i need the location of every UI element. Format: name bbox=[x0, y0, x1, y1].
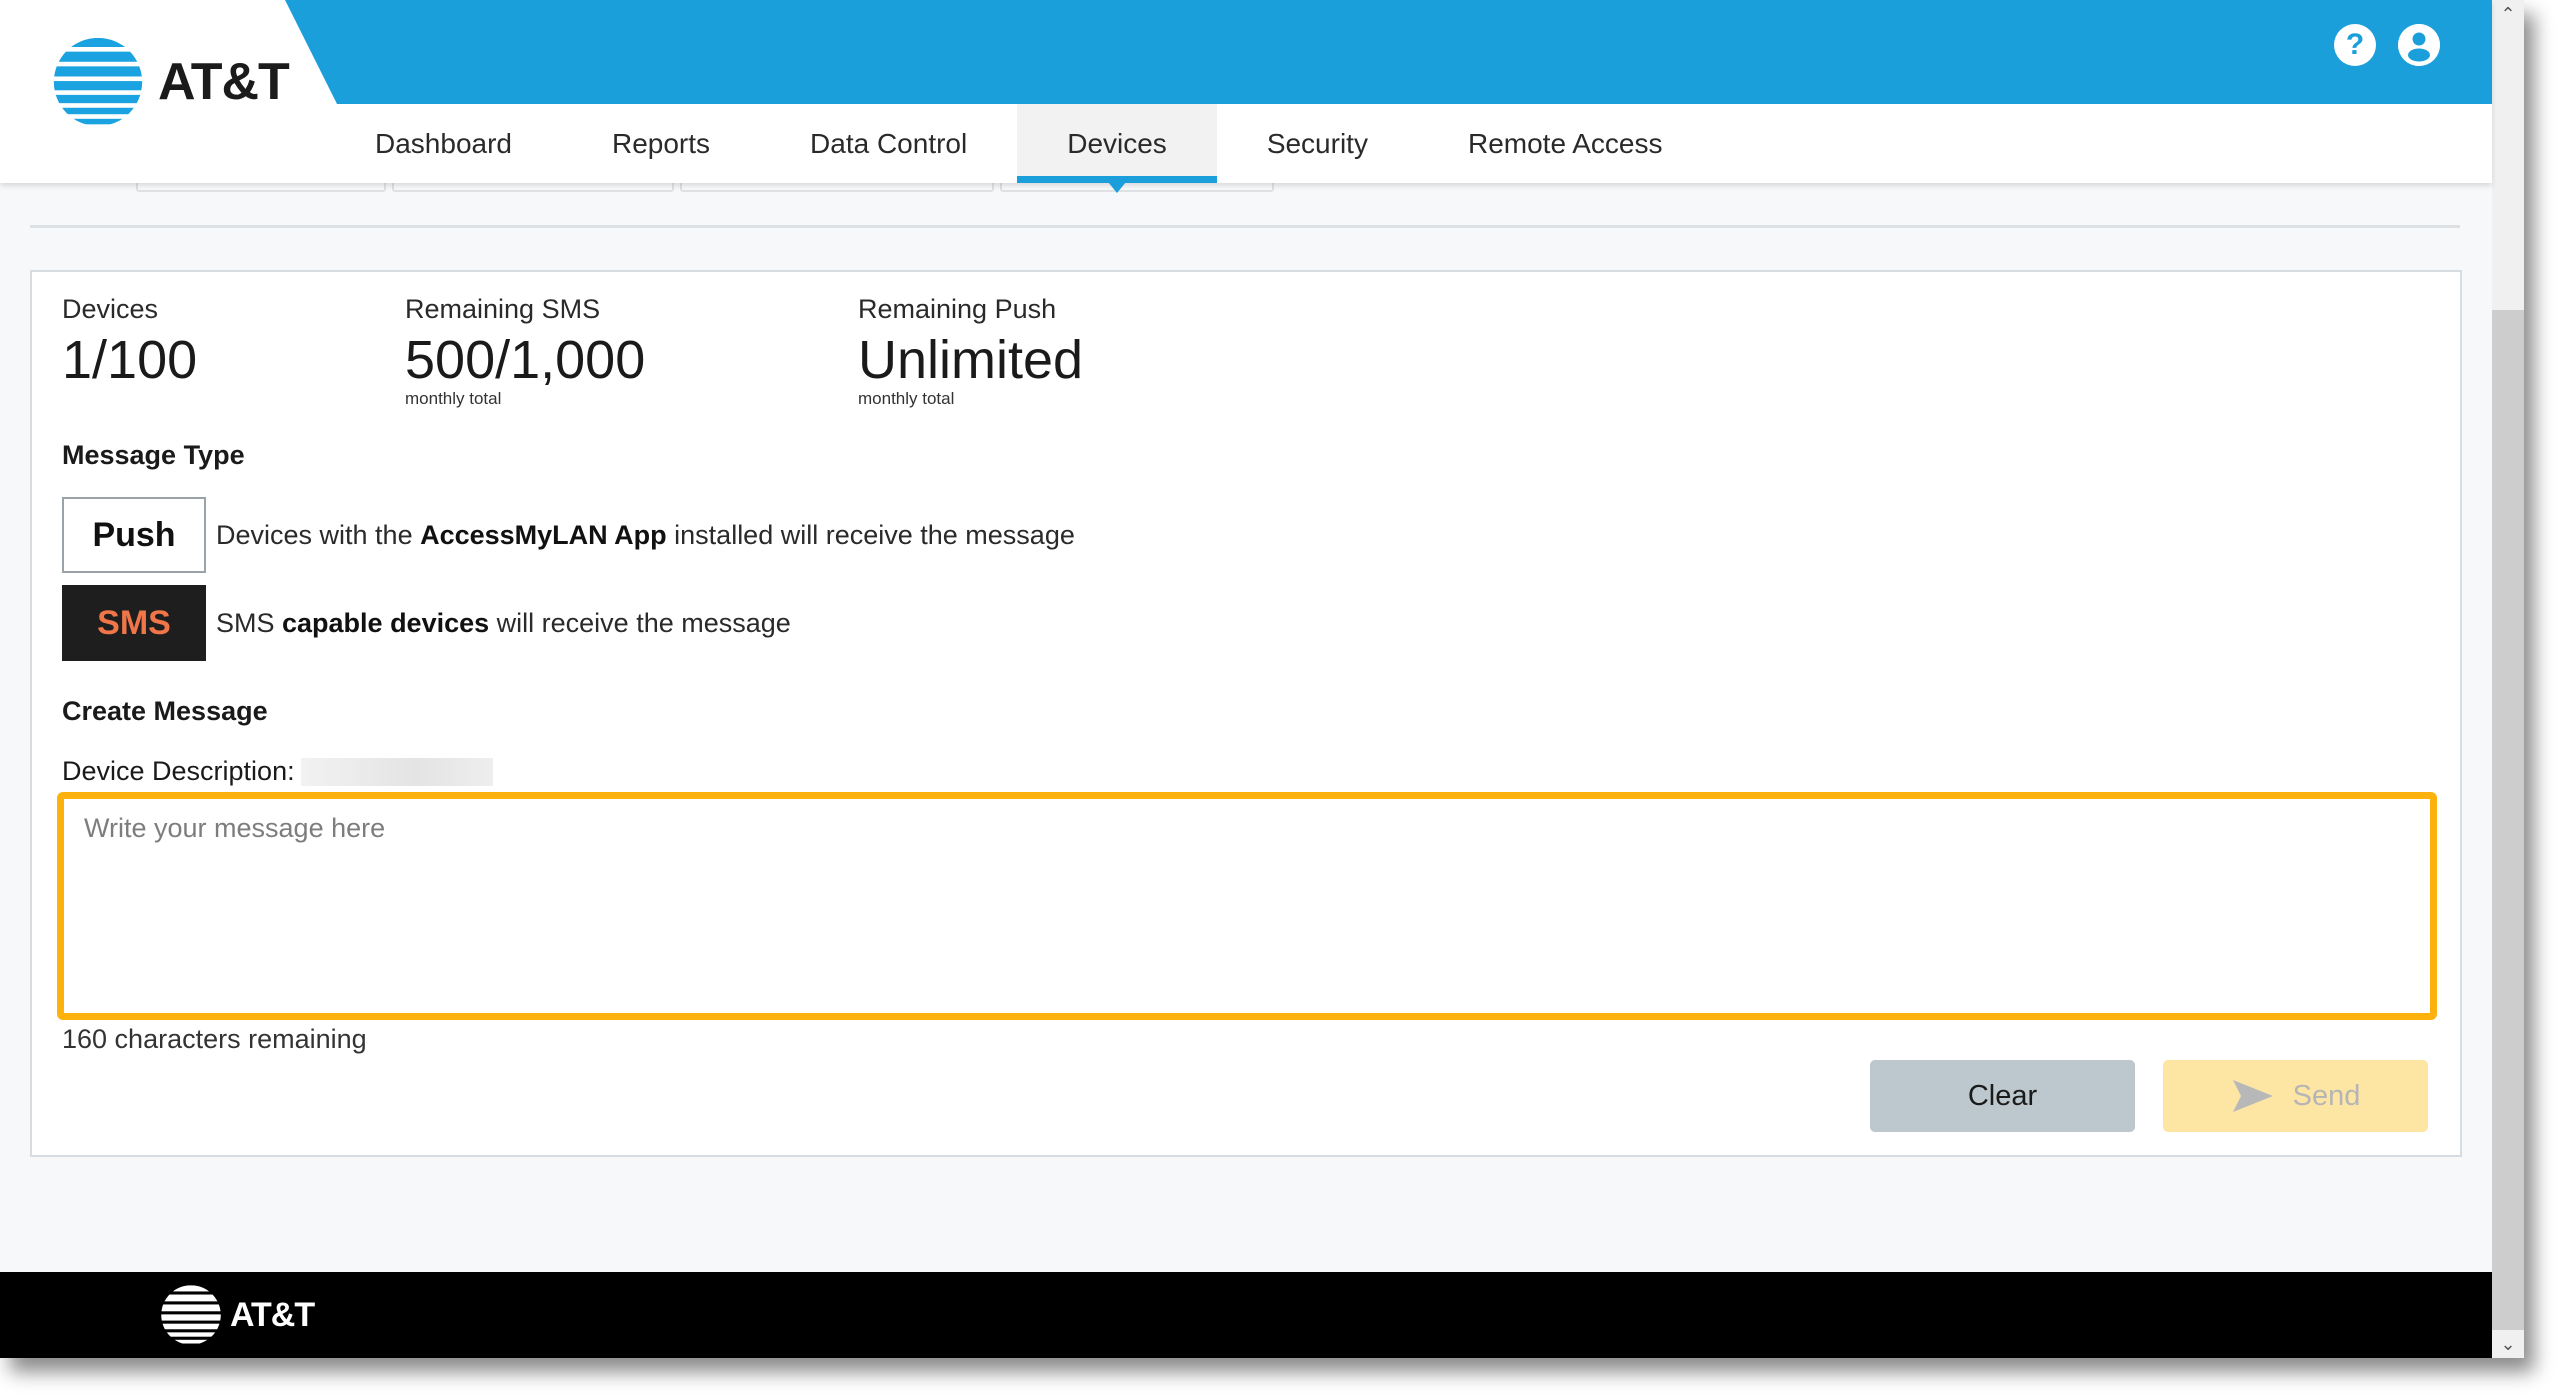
desc-bold: AccessMyLAN App bbox=[420, 519, 667, 550]
tab-devices[interactable]: Devices bbox=[1017, 104, 1217, 193]
footer-brand-text: AT&T bbox=[230, 1295, 315, 1334]
send-label: Send bbox=[2292, 1079, 2361, 1112]
help-icon[interactable]: ? bbox=[2334, 24, 2376, 66]
tab-security[interactable]: Security bbox=[1217, 104, 1418, 183]
att-globe-icon bbox=[161, 1285, 221, 1344]
tab-reports[interactable]: Reports bbox=[562, 104, 760, 183]
message-input[interactable] bbox=[64, 799, 2430, 1013]
redacted-device-description bbox=[300, 757, 493, 786]
characters-remaining: 160 characters remaining bbox=[62, 1024, 367, 1054]
sms-option-row: SMS SMS capable devices will receive the… bbox=[62, 585, 791, 661]
push-description: Devices with the AccessMyLAN App install… bbox=[216, 520, 1075, 551]
stat-label: Devices bbox=[62, 294, 159, 324]
tab-data-control[interactable]: Data Control bbox=[760, 104, 1017, 183]
device-description: Device Description: bbox=[62, 756, 493, 787]
stat-devices: Devices 1/100 bbox=[62, 294, 197, 391]
sms-description: SMS capable devices will receive the mes… bbox=[216, 608, 791, 639]
message-input-wrapper bbox=[57, 792, 2437, 1020]
stat-value: 500/1,000 bbox=[405, 330, 646, 390]
message-type-heading: Message Type bbox=[62, 440, 245, 470]
push-type-button[interactable]: Push bbox=[62, 497, 206, 573]
message-card: Devices 1/100 Remaining SMS 500/1,000 mo… bbox=[30, 270, 2462, 1157]
stat-subtext: monthly total bbox=[405, 389, 502, 408]
logo-text: AT&T bbox=[158, 53, 290, 111]
tab-label: Reports bbox=[611, 127, 711, 159]
footer: AT&T bbox=[0, 1272, 2492, 1358]
stat-remaining-push: Remaining Push Unlimited monthly total bbox=[858, 294, 1083, 409]
tab-label: Remote Access bbox=[1467, 127, 1663, 159]
device-description-label: Device Description: bbox=[62, 756, 295, 786]
top-header: AT&T ? Dashboard Reports Data Control De… bbox=[0, 0, 2492, 193]
user-account-icon[interactable] bbox=[2398, 24, 2440, 66]
desc-bold: capable devices bbox=[282, 607, 490, 638]
att-logo[interactable]: AT&T bbox=[52, 36, 290, 128]
scrollbar-thumb[interactable] bbox=[2492, 310, 2524, 1330]
att-globe-icon bbox=[53, 37, 143, 125]
scroll-down-icon[interactable]: ⌄ bbox=[2492, 1330, 2524, 1358]
send-icon bbox=[2232, 1080, 2273, 1112]
main-nav: Dashboard Reports Data Control Devices S… bbox=[325, 104, 1713, 193]
clear-button[interactable]: Clear bbox=[1870, 1060, 2135, 1132]
tab-label: Data Control bbox=[810, 127, 968, 159]
tab-label: Security bbox=[1266, 127, 1368, 159]
clear-label: Clear bbox=[1967, 1079, 2038, 1112]
stat-label: Remaining Push bbox=[858, 294, 1057, 324]
tab-label: Devices bbox=[1067, 127, 1167, 159]
desc-text: will receive the message bbox=[489, 607, 791, 638]
create-message-heading: Create Message bbox=[62, 696, 268, 726]
push-option-row: Push Devices with the AccessMyLAN App in… bbox=[62, 497, 1075, 573]
desc-text: Devices with the bbox=[216, 519, 421, 550]
footer-logo[interactable]: AT&T bbox=[160, 1284, 315, 1346]
stat-remaining-sms: Remaining SMS 500/1,000 monthly total bbox=[405, 294, 645, 409]
send-button[interactable]: Send bbox=[2163, 1060, 2428, 1132]
vertical-scrollbar[interactable]: ⌃ ⌄ bbox=[2492, 0, 2524, 1358]
section-divider bbox=[30, 225, 2460, 228]
stat-value: Unlimited bbox=[858, 330, 1084, 390]
app-window: AT&T ? Dashboard Reports Data Control De… bbox=[0, 0, 2524, 1358]
tab-dashboard[interactable]: Dashboard bbox=[325, 104, 562, 183]
stat-value: 1/100 bbox=[62, 330, 198, 390]
desc-text: SMS bbox=[216, 607, 283, 638]
header-band bbox=[285, 0, 2492, 104]
tab-remote-access[interactable]: Remote Access bbox=[1418, 104, 1713, 183]
scroll-up-icon[interactable]: ⌃ bbox=[2492, 0, 2524, 28]
desc-text: installed will receive the message bbox=[666, 519, 1075, 550]
stat-label: Remaining SMS bbox=[405, 294, 601, 324]
sms-type-button[interactable]: SMS bbox=[62, 585, 206, 661]
tab-label: Dashboard bbox=[375, 127, 512, 159]
stat-subtext: monthly total bbox=[858, 389, 955, 408]
